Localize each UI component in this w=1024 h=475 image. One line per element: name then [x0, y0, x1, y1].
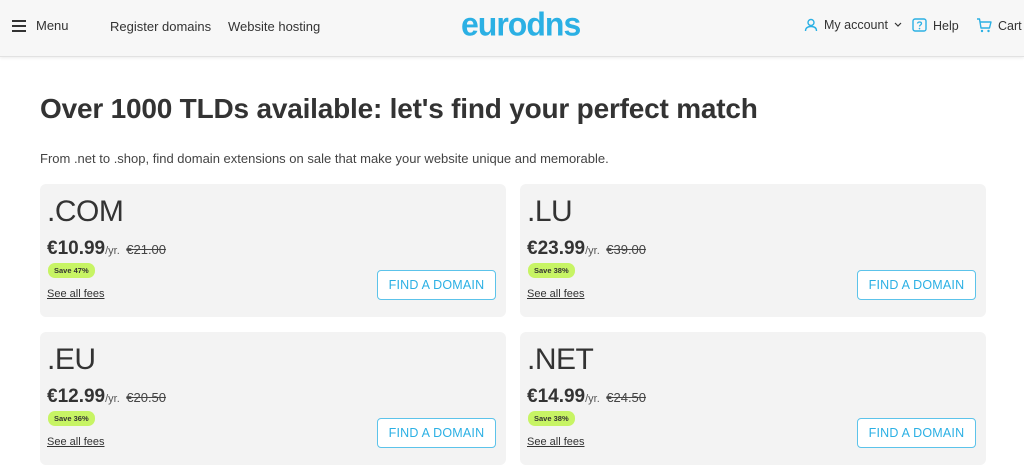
help-icon	[912, 18, 927, 34]
menu-button[interactable]: Menu	[12, 18, 69, 33]
discount-badge: Save 38%	[528, 263, 575, 278]
tld-name: .NET	[527, 343, 594, 376]
see-all-fees-link[interactable]: See all fees	[527, 436, 584, 448]
hamburger-icon	[12, 19, 26, 32]
see-all-fees-link[interactable]: See all fees	[527, 288, 584, 300]
tld-card-eu: .EU €12.99/yr. €20.50 Save 36% See all f…	[40, 332, 506, 465]
discount-badge: Save 47%	[48, 263, 95, 278]
tld-name: .LU	[527, 195, 573, 228]
price-unit: /yr.	[105, 393, 120, 405]
discount-badge: Save 38%	[528, 411, 575, 426]
price-row: €10.99/yr. €21.00	[47, 238, 166, 260]
tld-name: .EU	[47, 343, 96, 376]
find-a-domain-button[interactable]: FIND A DOMAIN	[377, 270, 496, 300]
top-header: Menu Register domains Website hosting eu…	[0, 0, 1024, 57]
see-all-fees-link[interactable]: See all fees	[47, 436, 104, 448]
price-unit: /yr.	[585, 245, 600, 257]
old-price: €20.50	[126, 390, 167, 405]
old-price: €24.50	[606, 390, 647, 405]
eurodns-logo[interactable]: eurodns	[461, 5, 581, 44]
price: €10.99	[47, 238, 106, 259]
tld-card-com: .COM €10.99/yr. €21.00 Save 47% See all …	[40, 184, 506, 317]
discount-badge: Save 36%	[48, 411, 95, 426]
old-price: €39.00	[606, 242, 647, 257]
old-price: €21.00	[126, 242, 167, 257]
price-unit: /yr.	[585, 393, 600, 405]
my-account-menu[interactable]: My account	[804, 18, 902, 32]
user-icon	[804, 18, 818, 32]
help-link[interactable]: Help	[912, 18, 959, 34]
my-account-label: My account	[824, 18, 888, 32]
price-unit: /yr.	[105, 245, 120, 257]
find-a-domain-button[interactable]: FIND A DOMAIN	[857, 418, 976, 448]
price-row: €23.99/yr. €39.00	[527, 238, 646, 260]
price: €23.99	[527, 238, 586, 259]
find-a-domain-button[interactable]: FIND A DOMAIN	[857, 270, 976, 300]
see-all-fees-link[interactable]: See all fees	[47, 288, 104, 300]
price-row: €12.99/yr. €20.50	[47, 386, 166, 408]
help-label: Help	[933, 19, 959, 33]
cart-link[interactable]: Cart	[976, 18, 1022, 33]
page-title: Over 1000 TLDs available: let's find you…	[40, 93, 758, 124]
menu-label: Menu	[36, 18, 69, 33]
nav-register-domains[interactable]: Register domains	[110, 19, 211, 34]
price: €12.99	[47, 386, 106, 407]
chevron-down-icon	[894, 22, 902, 28]
page-subtitle: From .net to .shop, find domain extensio…	[40, 151, 609, 166]
cart-label: Cart	[998, 18, 1022, 33]
price-row: €14.99/yr. €24.50	[527, 386, 646, 408]
nav-website-hosting[interactable]: Website hosting	[228, 19, 320, 34]
tld-card-lu: .LU €23.99/yr. €39.00 Save 38% See all f…	[520, 184, 986, 317]
tld-card-net: .NET €14.99/yr. €24.50 Save 38% See all …	[520, 332, 986, 465]
tld-name: .COM	[47, 195, 124, 228]
cart-icon	[976, 18, 992, 33]
find-a-domain-button[interactable]: FIND A DOMAIN	[377, 418, 496, 448]
price: €14.99	[527, 386, 586, 407]
